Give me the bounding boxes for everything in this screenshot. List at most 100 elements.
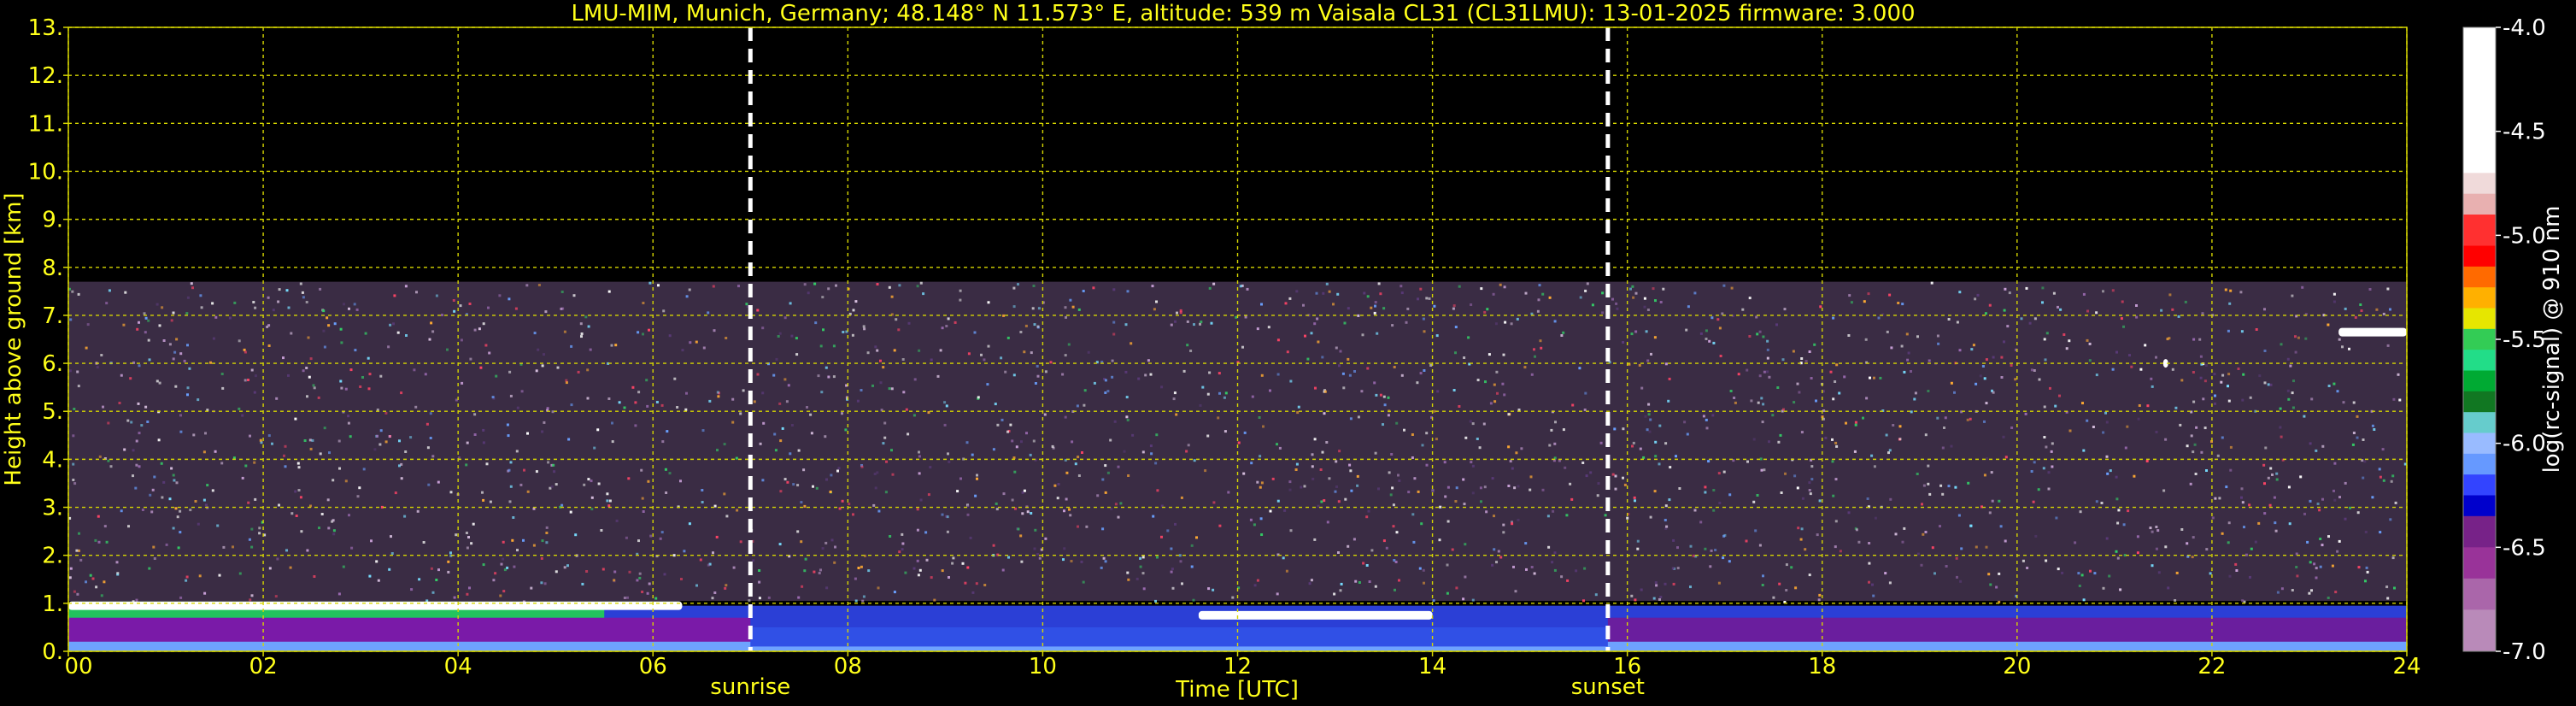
noise-dot [1308,582,1311,585]
noise-dot [1383,403,1387,407]
noise-dot [1300,485,1303,489]
noise-dot [1717,581,1721,585]
noise-dot [2313,562,2316,566]
noise-dot [2241,398,2244,402]
noise-dot [543,582,547,585]
noise-dot [596,428,600,432]
noise-dot [284,444,287,448]
noise-dot [1796,382,1799,385]
noise-dot [1654,581,1658,585]
noise-dot [2294,335,2297,338]
noise-dot [1392,503,1395,507]
noise-dot [948,576,950,579]
noise-dot [2354,315,2357,319]
noise-dot [472,522,475,526]
noise-dot [1296,411,1300,415]
noise-dot [185,579,188,582]
noise-dot [1361,333,1364,337]
noise-dot [1175,413,1178,416]
noise-dot [1889,497,1892,501]
noise-dot [683,550,686,553]
noise-dot [2149,527,2152,530]
noise-dot [367,356,370,360]
noise-dot [1810,377,1813,379]
noise-dot [2268,503,2272,507]
noise-dot [1647,403,1651,406]
noise-dot [1722,284,1726,287]
noise-dot [2274,529,2278,532]
noise-dot [1422,568,1425,572]
noise-dot [1394,588,1396,591]
noise-dot [1400,291,1404,295]
noise-dot [473,328,477,332]
noise-dot [832,344,836,348]
noise-dot [2389,518,2392,521]
noise-dot [2002,435,2005,438]
noise-dot [1809,492,1812,496]
noise-dot [1712,341,1716,344]
noise-dot [535,470,538,474]
noise-dot [94,538,97,542]
noise-dot [646,591,649,595]
y-tick-label: 4. [42,447,63,473]
noise-dot [216,524,220,527]
noise-dot [661,440,665,444]
noise-dot [1186,344,1189,347]
noise-dot [1957,514,1961,517]
noise-dot [615,519,619,522]
noise-dot [804,557,807,561]
noise-dot [1373,381,1376,385]
noise-dot [1256,480,1259,484]
noise-dot [1646,309,1650,311]
noise-dot [311,438,314,442]
noise-dot [1601,311,1605,315]
noise-dot [241,414,244,417]
noise-dot [545,526,549,529]
noise-dot [2394,501,2397,504]
noise-dot [545,541,549,544]
noise-dot [731,421,735,424]
noise-dot [1785,589,1788,591]
noise-dot [431,455,435,458]
noise-dot [349,368,353,372]
noise-dot [1253,523,1256,527]
noise-dot [2146,404,2150,408]
noise-dot [390,535,392,538]
noise-dot [2136,551,2139,555]
noise-dot [901,532,904,536]
noise-dot [2077,572,2080,575]
noise-dot [1154,462,1158,465]
noise-dot [2390,479,2393,483]
noise-dot [824,366,828,369]
noise-dot [819,344,823,348]
colorbar-band [2463,515,2496,548]
noise-dot [2338,539,2341,543]
noise-dot [2186,444,2189,448]
noise-dot [1631,444,1634,448]
noise-dot [723,492,726,496]
noise-dot [1730,286,1734,290]
noise-dot [1015,445,1018,449]
noise-dot [2211,516,2215,520]
noise-dot [1071,305,1075,309]
noise-dot [499,594,502,597]
noise-dot [959,477,962,480]
x-axis-label: Time [UTC] [1175,677,1299,703]
noise-dot [1258,416,1261,419]
noise-dot [1718,502,1722,504]
noise-dot [832,375,836,379]
noise-dot [1782,408,1785,411]
noise-dot [295,515,298,517]
noise-dot [1523,366,1527,369]
y-tick-label: 3. [42,496,63,521]
noise-dot [2202,397,2205,401]
noise-dot [179,531,182,534]
noise-dot [1686,432,1689,436]
noise-dot [2316,503,2320,505]
noise-dot [1304,334,1306,338]
noise-dot [797,449,801,452]
noise-dot [241,476,244,479]
noise-dot [1087,350,1090,354]
noise-dot [1204,469,1207,473]
noise-dot [716,449,719,452]
